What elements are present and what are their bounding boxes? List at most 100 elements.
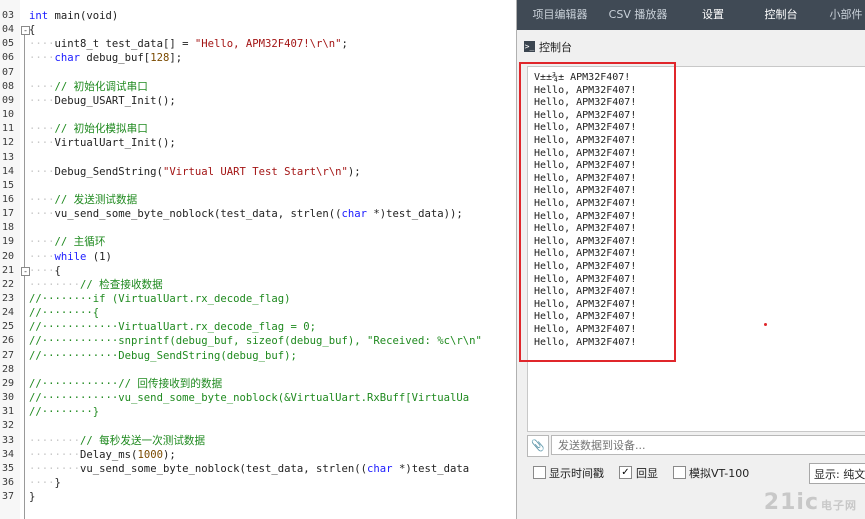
code-line: 37} — [0, 490, 520, 504]
code-line: 17 ····vu_send_some_byte_noblock(test_dat… — [0, 207, 520, 221]
line-number: 28 — [1, 363, 14, 375]
line-number: 14 — [1, 165, 14, 177]
code-token: *)test_data)); — [367, 208, 463, 221]
tab-console[interactable]: 控制台 — [753, 0, 809, 30]
tab-csv-player[interactable]: CSV 播放器 — [603, 0, 673, 30]
line-number: 15 — [1, 179, 14, 191]
code-token: ···· — [29, 94, 55, 107]
code-token: char — [341, 208, 368, 221]
code-text: //············vu_send_some_byte_noblock(… — [29, 391, 469, 405]
line-number: 35 — [1, 462, 14, 474]
code-line: 30 //············vu_send_some_byte_nobloc… — [0, 391, 520, 405]
timestamp-label: 显示时间戳 — [549, 467, 604, 480]
code-token: ···· — [29, 123, 55, 136]
code-text: ····vu_send_some_byte_noblock(test_data,… — [29, 207, 463, 221]
timestamp-checkbox[interactable] — [533, 466, 546, 479]
code-line: 23 //········if (VirtualUart.rx_decode_fl… — [0, 292, 520, 306]
code-token: ); — [347, 165, 361, 178]
tab-project-editor[interactable]: 项目编辑器 — [525, 0, 595, 30]
code-text: ····char debug_buf[128]; — [29, 51, 182, 65]
console-title: 控制台 — [539, 41, 572, 54]
code-token: ; — [341, 38, 348, 51]
code-editor[interactable]: 03 int main(void) 04-{05 ····uint8_t test_d… — [0, 0, 520, 519]
code-token: //············ — [29, 377, 119, 390]
display-mode-select[interactable]: 显示: 纯文 — [809, 463, 865, 484]
code-text: ········// 每秒发送一次测试数据 — [29, 434, 205, 448]
line-number: 36 — [1, 476, 14, 488]
line-number: 34 — [1, 448, 14, 460]
cursor-dot — [764, 323, 767, 326]
code-text: //········if (VirtualUart.rx_decode_flag… — [29, 292, 291, 306]
code-line: 19 ····// 主循环 — [0, 235, 520, 249]
top-tab-bar: 项目编辑器 CSV 播放器 设置 控制台 小部件 — [517, 0, 865, 30]
code-text: ····// 主循环 — [29, 235, 105, 249]
vt100-checkbox[interactable] — [673, 466, 686, 479]
code-line: 24 //········{ — [0, 306, 520, 320]
code-text: ····while (1) — [29, 250, 112, 264]
console-options: 显示时间戳 ✓ 回显 模拟VT-100 显示: 纯文 — [527, 463, 865, 485]
code-line: 25 //············VirtualUart.rx_decode_fl… — [0, 320, 520, 334]
code-token: Debug_SendString( — [54, 165, 163, 178]
code-token: } — [29, 491, 36, 504]
line-number: 27 — [1, 349, 14, 361]
line-number: 16 — [1, 193, 14, 205]
code-token: ); — [162, 448, 176, 461]
code-token: VirtualUart_Init(); — [54, 137, 176, 150]
attach-file-icon[interactable]: 📎 — [527, 435, 549, 457]
code-line: 22 ········// 检查接收数据 — [0, 278, 520, 292]
code-line: 06 ····char debug_buf[128]; — [0, 51, 520, 65]
code-text: ····} — [29, 476, 61, 490]
line-number: 12 — [1, 137, 14, 149]
code-token: if (VirtualUart.rx_decode_flag) — [92, 293, 291, 305]
terminal-icon: >_ — [524, 41, 535, 52]
code-token: //············ — [29, 392, 119, 405]
code-token: } — [54, 476, 61, 489]
line-number: 06 — [1, 52, 14, 64]
code-text: ········vu_send_some_byte_noblock(test_d… — [29, 462, 469, 476]
tab-widgets[interactable]: 小部件 — [823, 0, 865, 30]
line-number: 20 — [1, 250, 14, 262]
code-text: //············Debug_SendString(debug_buf… — [29, 349, 297, 363]
code-text: //············snprintf(debug_buf, sizeof… — [29, 334, 482, 348]
vt100-label: 模拟VT-100 — [689, 467, 750, 480]
code-token: ········ — [29, 462, 81, 475]
code-token: // 回传接收到的数据 — [118, 377, 223, 390]
line-number: 24 — [1, 307, 14, 319]
code-token: Debug_USART_Init(); — [54, 94, 176, 107]
line-number: 18 — [1, 222, 14, 234]
code-line: 13 — [0, 151, 520, 165]
code-token: VirtualUart.rx_decode_flag = 0; — [118, 321, 317, 334]
code-line: 34 ········Delay_ms(1000); — [0, 448, 520, 462]
code-token: 128 — [150, 52, 170, 65]
code-line: 09 ····Debug_USART_Init(); — [0, 94, 520, 108]
line-number: 30 — [1, 392, 14, 404]
code-text: ····Debug_USART_Init(); — [29, 94, 176, 108]
line-number: 25 — [1, 321, 14, 333]
code-line: 27 //············Debug_SendString(debug_b… — [0, 349, 520, 363]
code-token: //········ — [29, 293, 93, 305]
line-number: 31 — [1, 406, 14, 418]
line-number: 08 — [1, 80, 14, 92]
code-token: // 主循环 — [54, 236, 106, 249]
code-line: 35 ········vu_send_some_byte_noblock(test… — [0, 462, 520, 476]
tab-settings[interactable]: 设置 — [689, 0, 737, 30]
code-line: 29 //············// 回传接收到的数据 — [0, 377, 520, 391]
code-text: { — [29, 23, 35, 37]
line-number: 26 — [1, 335, 14, 347]
code-text: ····uint8_t test_data[] = "Hello, APM32F… — [29, 37, 348, 51]
send-data-input[interactable] — [551, 435, 865, 455]
code-line: 07 — [0, 66, 520, 80]
code-token: ···· — [29, 264, 55, 277]
code-token: ···· — [29, 193, 55, 206]
code-token: //········} — [29, 406, 100, 419]
code-line: 33 ········// 每秒发送一次测试数据 — [0, 434, 520, 448]
code-line: 36 ····} — [0, 476, 520, 490]
code-line: 16 ····// 发送测试数据 — [0, 193, 520, 207]
echo-checkbox[interactable]: ✓ — [619, 466, 632, 479]
line-number: 17 — [1, 208, 14, 220]
code-token: ···· — [29, 52, 55, 65]
code-line: 03 int main(void) — [0, 9, 520, 23]
code-token: { — [54, 264, 61, 277]
code-token: ]; — [169, 52, 183, 65]
code-line: 12 ····VirtualUart_Init(); — [0, 136, 520, 150]
